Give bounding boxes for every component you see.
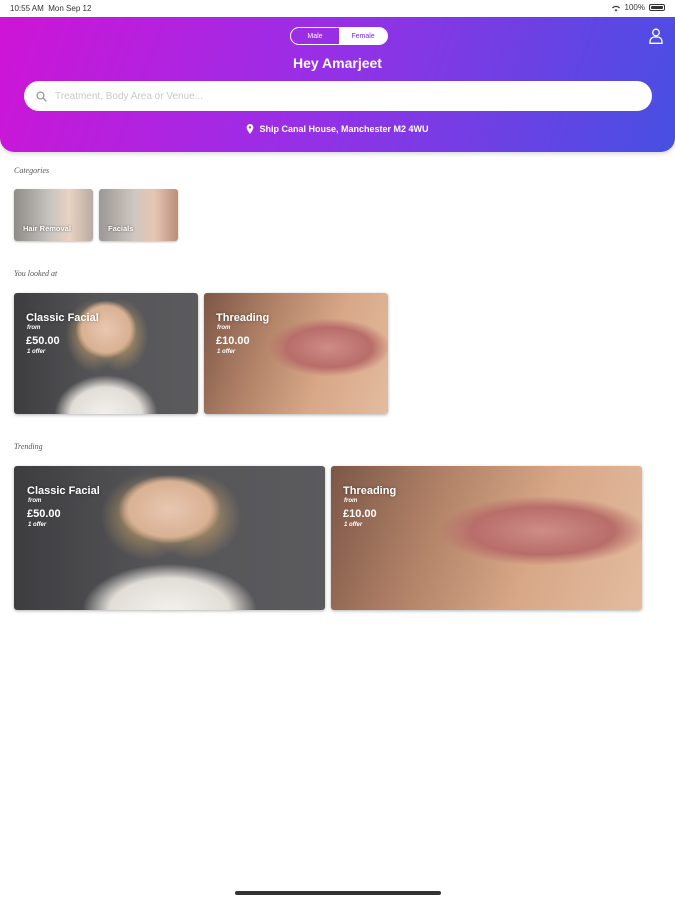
battery-percent: 100% [624,3,645,12]
header: Male Female Hey Amarjeet Ship Canal Hous… [0,17,675,152]
status-time-date: 10:55 AM Mon Sep 12 [10,4,91,13]
location[interactable]: Ship Canal House, Manchester M2 4WU [0,124,675,134]
status-time: 10:55 AM [10,4,44,13]
user-icon[interactable] [649,28,663,44]
card-price: £10.00 [343,508,377,520]
card-from: from [344,498,358,504]
location-text: Ship Canal House, Manchester M2 4WU [259,124,429,134]
gender-toggle[interactable]: Male Female [290,27,388,45]
card-price: £50.00 [27,508,61,520]
status-date: Mon Sep 12 [48,4,92,13]
card-from: from [28,498,42,504]
search-input[interactable] [53,89,617,103]
card-from: from [27,325,41,331]
gender-female-option[interactable]: Female [339,28,387,44]
category-label: Facials [108,224,134,233]
card-offers: 1 offer [217,349,236,355]
trending-heading: Trending [14,442,43,451]
card-offers: 1 offer [344,522,363,528]
category-facials[interactable]: Facials [99,189,178,241]
search-icon [36,90,47,102]
card-title: Threading [216,312,270,324]
card-title: Classic Facial [26,312,99,324]
category-label: Hair Removal [23,224,71,233]
greeting: Hey Amarjeet [293,55,382,71]
wifi-icon [611,5,620,11]
status-bar: 10:55 AM Mon Sep 12 100% [0,0,675,17]
categories-heading: Categories [14,166,50,175]
search-bar[interactable] [24,81,652,111]
card-title: Threading [343,485,397,497]
card-price: £50.00 [26,335,60,347]
card-offers: 1 offer [27,349,46,355]
card-from: from [217,325,231,331]
category-hair-removal[interactable]: Hair Removal [14,189,93,241]
home-indicator[interactable] [235,891,441,895]
looked-at-card-classic-facial[interactable]: Classic Facial from £50.00 1 offer [14,293,198,414]
looked-at-card-threading[interactable]: Threading from £10.00 1 offer [204,293,388,414]
card-price: £10.00 [216,335,250,347]
location-pin-icon [247,124,254,134]
battery-icon [649,4,665,11]
card-offers: 1 offer [28,522,47,528]
card-title: Classic Facial [27,485,100,497]
trending-card-threading[interactable]: Threading from £10.00 1 offer [331,466,642,610]
looked-at-heading: You looked at [14,269,58,278]
trending-card-classic-facial[interactable]: Classic Facial from £50.00 1 offer [14,466,325,610]
status-right: 100% [611,3,665,12]
gender-male-option[interactable]: Male [291,28,339,44]
